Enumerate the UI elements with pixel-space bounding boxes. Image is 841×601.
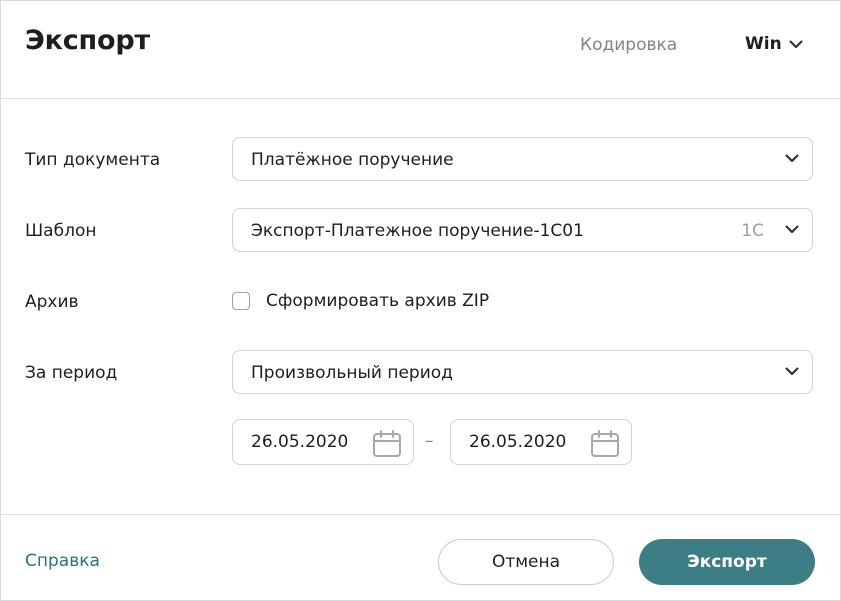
chevron-down-icon (785, 154, 799, 162)
period-value: Произвольный период (251, 363, 453, 383)
dialog-title: Экспорт (25, 25, 150, 56)
encoding-value: Win (745, 34, 782, 54)
archive-zip-checkbox[interactable] (232, 292, 250, 310)
calendar-icon[interactable] (372, 430, 402, 458)
chevron-down-icon (785, 367, 799, 375)
doc-type-value: Платёжное поручение (251, 150, 454, 170)
archive-label: Архив (25, 292, 79, 312)
template-select[interactable]: Экспорт-Платежное поручение-1С01 1С (232, 208, 813, 252)
dialog-header: Экспорт Кодировка Win (1, 1, 840, 99)
help-link[interactable]: Справка (25, 551, 100, 571)
export-button[interactable]: Экспорт (639, 539, 815, 585)
date-range-separator: – (425, 431, 434, 451)
template-format-badge: 1С (741, 221, 764, 241)
archive-zip-label: Сформировать архив ZIP (266, 291, 490, 311)
chevron-down-icon (785, 225, 799, 233)
period-label: За период (25, 363, 118, 383)
template-label: Шаблон (25, 221, 97, 241)
date-to-field[interactable]: 26.05.2020 (450, 419, 632, 465)
calendar-icon[interactable] (590, 430, 620, 458)
export-dialog: Экспорт Кодировка Win Тип документа Плат… (0, 0, 841, 601)
date-from-value: 26.05.2020 (251, 432, 349, 452)
encoding-select[interactable]: Win (745, 34, 803, 54)
dialog-footer: Справка Отмена Экспорт (1, 514, 840, 601)
cancel-button[interactable]: Отмена (438, 539, 614, 585)
doc-type-label: Тип документа (25, 150, 161, 170)
archive-zip-option[interactable]: Сформировать архив ZIP (232, 291, 489, 311)
encoding-label: Кодировка (580, 35, 678, 55)
doc-type-select[interactable]: Платёжное поручение (232, 137, 813, 181)
date-from-field[interactable]: 26.05.2020 (232, 419, 414, 465)
template-value: Экспорт-Платежное поручение-1С01 (251, 221, 584, 241)
date-to-value: 26.05.2020 (469, 432, 567, 452)
period-select[interactable]: Произвольный период (232, 350, 813, 394)
chevron-down-icon (789, 40, 803, 48)
